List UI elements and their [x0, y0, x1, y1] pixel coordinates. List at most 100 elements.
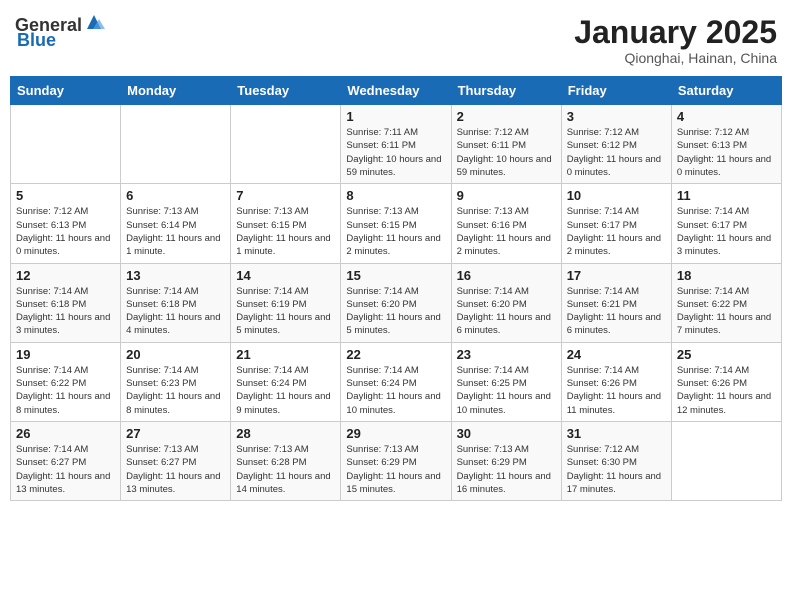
- day-info: Sunrise: 7:13 AM Sunset: 6:27 PM Dayligh…: [126, 443, 225, 496]
- day-info: Sunrise: 7:14 AM Sunset: 6:20 PM Dayligh…: [457, 285, 556, 338]
- day-info: Sunrise: 7:14 AM Sunset: 6:17 PM Dayligh…: [567, 205, 666, 258]
- day-info: Sunrise: 7:14 AM Sunset: 6:18 PM Dayligh…: [126, 285, 225, 338]
- calendar-cell: 22 Sunrise: 7:14 AM Sunset: 6:24 PM Dayli…: [341, 342, 451, 421]
- day-number: 7: [236, 188, 335, 203]
- weekday-header: Wednesday: [341, 77, 451, 105]
- day-number: 25: [677, 347, 776, 362]
- day-number: 9: [457, 188, 556, 203]
- day-number: 19: [16, 347, 115, 362]
- day-number: 29: [346, 426, 445, 441]
- day-number: 23: [457, 347, 556, 362]
- logo-icon: [83, 11, 105, 33]
- day-info: Sunrise: 7:12 AM Sunset: 6:30 PM Dayligh…: [567, 443, 666, 496]
- calendar-cell: 1 Sunrise: 7:11 AM Sunset: 6:11 PM Daylig…: [341, 105, 451, 184]
- day-info: Sunrise: 7:14 AM Sunset: 6:21 PM Dayligh…: [567, 285, 666, 338]
- day-info: Sunrise: 7:12 AM Sunset: 6:13 PM Dayligh…: [677, 126, 776, 179]
- calendar-cell: 10Sunrise: 7:14 AM Sunset: 6:17 PM Dayli…: [561, 184, 671, 263]
- logo: General Blue: [15, 15, 105, 51]
- day-number: 12: [16, 268, 115, 283]
- day-number: 16: [457, 268, 556, 283]
- weekday-header: Sunday: [11, 77, 121, 105]
- calendar-cell: [121, 105, 231, 184]
- logo-blue: Blue: [17, 30, 56, 51]
- day-info: Sunrise: 7:13 AM Sunset: 6:15 PM Dayligh…: [346, 205, 445, 258]
- calendar-cell: 26 Sunrise: 7:14 AM Sunset: 6:27 PM Dayli…: [11, 421, 121, 500]
- calendar-cell: 6 Sunrise: 7:13 AM Sunset: 6:14 PM Daylig…: [121, 184, 231, 263]
- calendar-cell: 27 Sunrise: 7:13 AM Sunset: 6:27 PM Dayli…: [121, 421, 231, 500]
- day-number: 22: [346, 347, 445, 362]
- calendar-week-row: 1 Sunrise: 7:11 AM Sunset: 6:11 PM Daylig…: [11, 105, 782, 184]
- calendar-cell: 30 Sunrise: 7:13 AM Sunset: 6:29 PM Dayli…: [451, 421, 561, 500]
- calendar-cell: 19 Sunrise: 7:14 AM Sunset: 6:22 PM Dayli…: [11, 342, 121, 421]
- calendar-cell: 4 Sunrise: 7:12 AM Sunset: 6:13 PM Daylig…: [671, 105, 781, 184]
- day-info: Sunrise: 7:11 AM Sunset: 6:11 PM Dayligh…: [346, 126, 445, 179]
- calendar-cell: 31Sunrise: 7:12 AM Sunset: 6:30 PM Dayli…: [561, 421, 671, 500]
- day-info: Sunrise: 7:14 AM Sunset: 6:24 PM Dayligh…: [346, 364, 445, 417]
- day-number: 3: [567, 109, 666, 124]
- day-number: 13: [126, 268, 225, 283]
- day-info: Sunrise: 7:13 AM Sunset: 6:29 PM Dayligh…: [457, 443, 556, 496]
- day-number: 2: [457, 109, 556, 124]
- calendar-table: SundayMondayTuesdayWednesdayThursdayFrid…: [10, 76, 782, 501]
- calendar-week-row: 26 Sunrise: 7:14 AM Sunset: 6:27 PM Dayli…: [11, 421, 782, 500]
- day-info: Sunrise: 7:14 AM Sunset: 6:22 PM Dayligh…: [677, 285, 776, 338]
- day-info: Sunrise: 7:14 AM Sunset: 6:26 PM Dayligh…: [567, 364, 666, 417]
- day-info: Sunrise: 7:13 AM Sunset: 6:28 PM Dayligh…: [236, 443, 335, 496]
- day-info: Sunrise: 7:14 AM Sunset: 6:27 PM Dayligh…: [16, 443, 115, 496]
- day-info: Sunrise: 7:12 AM Sunset: 6:11 PM Dayligh…: [457, 126, 556, 179]
- day-info: Sunrise: 7:12 AM Sunset: 6:13 PM Dayligh…: [16, 205, 115, 258]
- calendar-cell: [671, 421, 781, 500]
- location-subtitle: Qionghai, Hainan, China: [574, 50, 777, 66]
- calendar-cell: 20Sunrise: 7:14 AM Sunset: 6:23 PM Dayli…: [121, 342, 231, 421]
- calendar-cell: 14Sunrise: 7:14 AM Sunset: 6:19 PM Dayli…: [231, 263, 341, 342]
- day-info: Sunrise: 7:12 AM Sunset: 6:12 PM Dayligh…: [567, 126, 666, 179]
- day-number: 5: [16, 188, 115, 203]
- calendar-week-row: 19 Sunrise: 7:14 AM Sunset: 6:22 PM Dayli…: [11, 342, 782, 421]
- day-number: 30: [457, 426, 556, 441]
- calendar-cell: 12 Sunrise: 7:14 AM Sunset: 6:18 PM Dayli…: [11, 263, 121, 342]
- day-number: 6: [126, 188, 225, 203]
- month-title: January 2025: [574, 15, 777, 50]
- weekday-header: Monday: [121, 77, 231, 105]
- calendar-cell: 25Sunrise: 7:14 AM Sunset: 6:26 PM Dayli…: [671, 342, 781, 421]
- calendar-header-row: SundayMondayTuesdayWednesdayThursdayFrid…: [11, 77, 782, 105]
- day-info: Sunrise: 7:14 AM Sunset: 6:18 PM Dayligh…: [16, 285, 115, 338]
- day-number: 15: [346, 268, 445, 283]
- calendar-cell: 5 Sunrise: 7:12 AM Sunset: 6:13 PM Daylig…: [11, 184, 121, 263]
- calendar-cell: 16 Sunrise: 7:14 AM Sunset: 6:20 PM Dayli…: [451, 263, 561, 342]
- day-number: 21: [236, 347, 335, 362]
- weekday-header: Thursday: [451, 77, 561, 105]
- day-number: 27: [126, 426, 225, 441]
- day-number: 18: [677, 268, 776, 283]
- calendar-cell: [231, 105, 341, 184]
- calendar-cell: 17 Sunrise: 7:14 AM Sunset: 6:21 PM Dayli…: [561, 263, 671, 342]
- calendar-cell: 23 Sunrise: 7:14 AM Sunset: 6:25 PM Dayli…: [451, 342, 561, 421]
- day-info: Sunrise: 7:14 AM Sunset: 6:22 PM Dayligh…: [16, 364, 115, 417]
- day-number: 4: [677, 109, 776, 124]
- day-info: Sunrise: 7:13 AM Sunset: 6:16 PM Dayligh…: [457, 205, 556, 258]
- day-number: 17: [567, 268, 666, 283]
- day-info: Sunrise: 7:14 AM Sunset: 6:20 PM Dayligh…: [346, 285, 445, 338]
- calendar-cell: 9 Sunrise: 7:13 AM Sunset: 6:16 PM Daylig…: [451, 184, 561, 263]
- calendar-week-row: 5 Sunrise: 7:12 AM Sunset: 6:13 PM Daylig…: [11, 184, 782, 263]
- title-block: January 2025 Qionghai, Hainan, China: [574, 15, 777, 66]
- day-info: Sunrise: 7:13 AM Sunset: 6:14 PM Dayligh…: [126, 205, 225, 258]
- page-header: General Blue January 2025 Qionghai, Hain…: [10, 10, 782, 66]
- day-info: Sunrise: 7:14 AM Sunset: 6:25 PM Dayligh…: [457, 364, 556, 417]
- day-info: Sunrise: 7:13 AM Sunset: 6:29 PM Dayligh…: [346, 443, 445, 496]
- day-info: Sunrise: 7:14 AM Sunset: 6:17 PM Dayligh…: [677, 205, 776, 258]
- weekday-header: Friday: [561, 77, 671, 105]
- day-number: 20: [126, 347, 225, 362]
- calendar-cell: 21 Sunrise: 7:14 AM Sunset: 6:24 PM Dayli…: [231, 342, 341, 421]
- calendar-week-row: 12 Sunrise: 7:14 AM Sunset: 6:18 PM Dayli…: [11, 263, 782, 342]
- calendar-cell: 2 Sunrise: 7:12 AM Sunset: 6:11 PM Daylig…: [451, 105, 561, 184]
- day-info: Sunrise: 7:14 AM Sunset: 6:19 PM Dayligh…: [236, 285, 335, 338]
- calendar-cell: 3 Sunrise: 7:12 AM Sunset: 6:12 PM Daylig…: [561, 105, 671, 184]
- calendar-cell: 7Sunrise: 7:13 AM Sunset: 6:15 PM Daylig…: [231, 184, 341, 263]
- calendar-cell: 29 Sunrise: 7:13 AM Sunset: 6:29 PM Dayli…: [341, 421, 451, 500]
- day-number: 26: [16, 426, 115, 441]
- day-number: 1: [346, 109, 445, 124]
- calendar-cell: 15 Sunrise: 7:14 AM Sunset: 6:20 PM Dayli…: [341, 263, 451, 342]
- calendar-cell: 18 Sunrise: 7:14 AM Sunset: 6:22 PM Dayli…: [671, 263, 781, 342]
- day-info: Sunrise: 7:14 AM Sunset: 6:24 PM Dayligh…: [236, 364, 335, 417]
